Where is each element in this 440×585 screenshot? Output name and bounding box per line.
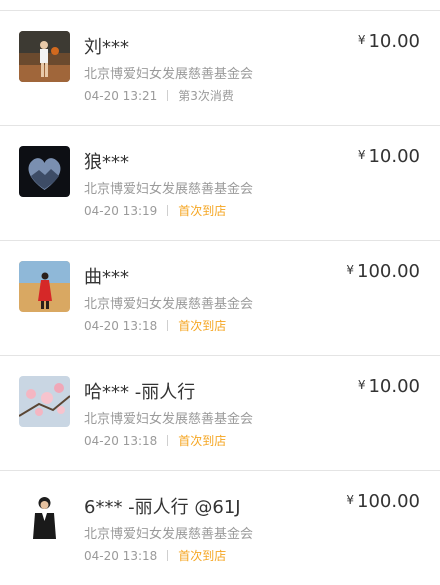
donor-name: 曲***	[84, 267, 129, 288]
visit-tag: 首次到店	[178, 204, 227, 218]
donor-name: 狼***	[84, 152, 129, 173]
amount-value: 10.00	[368, 146, 420, 167]
avatar	[19, 261, 70, 312]
amount: ¥10.00	[358, 146, 420, 167]
avatar	[19, 376, 70, 427]
currency-symbol: ¥	[357, 378, 366, 392]
visit-tag: 首次到店	[178, 434, 227, 448]
meta-separator	[167, 550, 169, 561]
heart-landscape-photo-icon	[19, 146, 70, 197]
amount: ¥100.00	[346, 261, 420, 282]
amount-value: 100.00	[357, 261, 420, 282]
record-meta: 04-20 13:18 首次到店	[84, 547, 226, 564]
avatar	[19, 146, 70, 197]
record-time: 04-20 13:18	[84, 319, 158, 333]
meta-separator	[167, 320, 169, 331]
meta-separator	[167, 435, 169, 446]
record-meta: 04-20 13:21 第3次消费	[84, 87, 234, 104]
currency-symbol: ¥	[346, 493, 355, 507]
organization-name: 北京博爱妇女发展慈善基金会	[84, 412, 254, 427]
amount: ¥10.00	[358, 376, 420, 397]
amount-value: 100.00	[357, 491, 420, 512]
amount-value: 10.00	[368, 31, 420, 52]
businesswoman-photo-icon	[19, 491, 70, 542]
record-time: 04-20 13:21	[84, 89, 158, 103]
donor-name: 6*** -丽人行 @61J	[84, 497, 241, 518]
amount: ¥100.00	[346, 491, 420, 512]
amount: ¥10.00	[358, 31, 420, 52]
record-item[interactable]: 哈*** -丽人行 北京博爱妇女发展慈善基金会 04-20 13:18 首次到店 …	[0, 356, 440, 470]
record-item[interactable]: 狼*** 北京博爱妇女发展慈善基金会 04-20 13:19 首次到店 ¥10.0…	[0, 126, 440, 240]
visit-tag: 首次到店	[178, 319, 227, 333]
organization-name: 北京博爱妇女发展慈善基金会	[84, 527, 254, 542]
currency-symbol: ¥	[357, 33, 366, 47]
record-item[interactable]: 6*** -丽人行 @61J 北京博爱妇女发展慈善基金会 04-20 13:18…	[0, 471, 440, 585]
desert-woman-photo-icon	[19, 261, 70, 312]
record-time: 04-20 13:19	[84, 204, 158, 218]
visit-tag: 首次到店	[178, 549, 227, 563]
donor-name: 刘***	[84, 37, 129, 58]
record-time: 04-20 13:18	[84, 434, 158, 448]
meta-separator	[167, 90, 169, 101]
basketball-player-photo-icon	[19, 31, 70, 82]
donation-record-list: 刘*** 北京博爱妇女发展慈善基金会 04-20 13:21 第3次消费 ¥10.…	[0, 0, 440, 570]
currency-symbol: ¥	[357, 148, 366, 162]
currency-symbol: ¥	[346, 263, 355, 277]
donor-name: 哈*** -丽人行	[84, 382, 196, 403]
record-meta: 04-20 13:19 首次到店	[84, 202, 226, 219]
meta-separator	[167, 205, 169, 216]
avatar	[19, 31, 70, 82]
peach-blossom-photo-icon	[19, 376, 70, 427]
record-time: 04-20 13:18	[84, 549, 158, 563]
organization-name: 北京博爱妇女发展慈善基金会	[84, 67, 254, 82]
record-item[interactable]: 刘*** 北京博爱妇女发展慈善基金会 04-20 13:21 第3次消费 ¥10.…	[0, 11, 440, 125]
amount-value: 10.00	[368, 376, 420, 397]
record-meta: 04-20 13:18 首次到店	[84, 432, 226, 449]
organization-name: 北京博爱妇女发展慈善基金会	[84, 182, 254, 197]
visit-tag: 第3次消费	[178, 89, 234, 103]
avatar	[19, 491, 70, 542]
record-item[interactable]: 曲*** 北京博爱妇女发展慈善基金会 04-20 13:18 首次到店 ¥100.…	[0, 241, 440, 355]
record-meta: 04-20 13:18 首次到店	[84, 317, 226, 334]
organization-name: 北京博爱妇女发展慈善基金会	[84, 297, 254, 312]
